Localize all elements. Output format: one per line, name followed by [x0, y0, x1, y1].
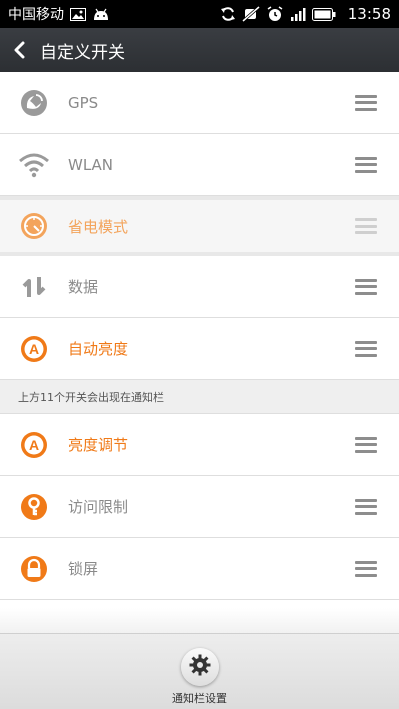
drag-handle-icon[interactable] — [355, 340, 377, 357]
key-icon — [18, 491, 50, 523]
notification-settings-button[interactable] — [180, 648, 219, 686]
toggle-label: GPS — [68, 93, 99, 112]
toggle-label: 访问限制 — [68, 498, 129, 516]
gear-icon — [189, 654, 211, 680]
drag-handle-icon[interactable] — [355, 560, 377, 577]
drag-handle-icon[interactable] — [355, 498, 377, 515]
lock-icon — [18, 553, 50, 585]
toggle-row-power-save[interactable]: 省电模式 — [0, 196, 399, 256]
wifi-icon — [18, 149, 50, 181]
status-bar: 中国移动 13:58 — [0, 0, 399, 28]
toggle-list: GPS WLAN 省电模式 数据 A 自动亮度 上方11个开关会出现在通知栏 A — [0, 72, 399, 600]
image-icon — [70, 7, 86, 21]
drag-handle-icon[interactable] — [355, 218, 377, 234]
svg-text:A: A — [29, 341, 39, 357]
notification-settings-label: 通知栏设置 — [172, 692, 227, 705]
chevron-left-icon[interactable] — [12, 41, 30, 59]
toggle-row-lock-screen[interactable]: 锁屏 — [0, 538, 399, 600]
clock: 13:58 — [347, 5, 391, 23]
signal-icon — [290, 7, 306, 21]
toggle-label: 锁屏 — [68, 560, 99, 578]
auto-brightness-icon: A — [18, 333, 50, 365]
data-icon — [18, 271, 50, 303]
carrier-name: 中国移动 — [8, 7, 64, 23]
mute-icon — [241, 6, 260, 22]
svg-text:A: A — [29, 437, 39, 453]
page-title: 自定义开关 — [40, 42, 125, 63]
toggle-label: WLAN — [68, 155, 114, 174]
drag-handle-icon[interactable] — [355, 156, 377, 173]
toggle-row-gps[interactable]: GPS — [0, 72, 399, 134]
sync-icon — [220, 6, 236, 22]
toggle-label: 数据 — [68, 278, 99, 296]
drag-handle-icon[interactable] — [355, 436, 377, 453]
alarm-icon — [266, 6, 284, 22]
list-fade — [0, 608, 399, 634]
toggle-row-wlan[interactable]: WLAN — [0, 134, 399, 196]
header-bar: 自定义开关 — [0, 28, 399, 72]
toggle-label: 亮度调节 — [68, 436, 129, 454]
toggle-row-data[interactable]: 数据 — [0, 256, 399, 318]
power-save-icon — [18, 210, 50, 242]
brightness-icon: A — [18, 429, 50, 461]
toggle-label: 省电模式 — [68, 217, 129, 236]
drag-handle-icon[interactable] — [355, 94, 377, 111]
section-note: 上方11个开关会出现在通知栏 — [0, 380, 399, 414]
toggle-row-brightness[interactable]: A 亮度调节 — [0, 414, 399, 476]
toggle-row-auto-brightness[interactable]: A 自动亮度 — [0, 318, 399, 380]
toggle-row-access-limit[interactable]: 访问限制 — [0, 476, 399, 538]
android-icon — [92, 8, 110, 21]
toggle-label: 自动亮度 — [68, 340, 129, 358]
gps-icon — [18, 87, 50, 119]
battery-icon — [311, 7, 336, 21]
drag-handle-icon[interactable] — [355, 278, 377, 295]
bottom-bar: 通知栏设置 — [0, 633, 399, 709]
